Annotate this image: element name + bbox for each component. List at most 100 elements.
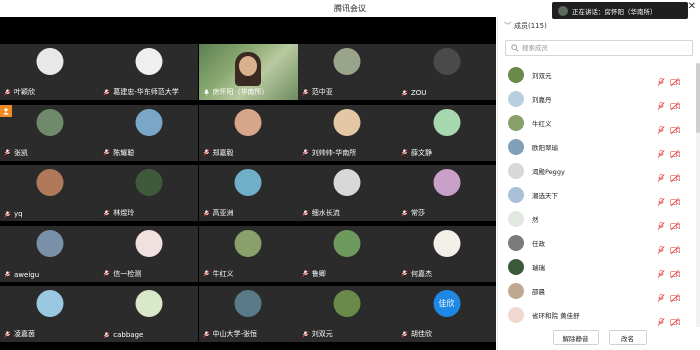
- mic-muted-icon[interactable]: [657, 239, 665, 254]
- member-avatar: [508, 91, 524, 107]
- member-row[interactable]: 渴殿Peggy: [498, 159, 694, 183]
- participant-tile[interactable]: 常莎: [397, 165, 496, 221]
- mic-muted-icon: [302, 270, 309, 277]
- camera-off-icon[interactable]: [670, 287, 680, 302]
- participant-name: 林煜玲: [113, 209, 135, 217]
- mic-muted-icon[interactable]: [657, 311, 665, 326]
- participant-name: 信一检测: [113, 269, 142, 278]
- avatar: [36, 108, 63, 136]
- participant-name: 凌嘉茵: [14, 330, 35, 338]
- mic-muted-icon: [302, 88, 309, 96]
- camera-off-icon[interactable]: [670, 95, 680, 110]
- mic-muted-icon[interactable]: [657, 287, 665, 302]
- member-list-scrollbar[interactable]: [696, 63, 700, 327]
- mic-muted-icon[interactable]: [657, 191, 665, 206]
- participant-tile[interactable]: aweigu: [0, 225, 99, 282]
- participant-tile[interactable]: 林煜玲: [99, 165, 199, 221]
- rename-button[interactable]: 改名: [608, 330, 647, 345]
- participant-tile[interactable]: 葛建忠-华东师范大学: [99, 44, 199, 100]
- mic-muted-icon[interactable]: [657, 167, 665, 182]
- video-tile[interactable]: 房怀阳（华南所）: [198, 44, 298, 100]
- unmute-all-button[interactable]: 解除静音: [552, 330, 599, 345]
- member-row[interactable]: 省环和院 黄佳舒: [498, 303, 694, 327]
- avatar: [135, 48, 163, 75]
- member-row[interactable]: 瑞瑞: [498, 255, 694, 279]
- participant-tile[interactable]: 叶颖欣: [0, 44, 99, 100]
- avatar: [234, 169, 262, 196]
- mic-muted-icon: [401, 149, 408, 156]
- participant-tile[interactable]: 范中亚: [297, 44, 397, 100]
- member-list: 刘双元 刘嘉丹 牛红义 欧阳翠瑜 渴殿Peggy 潮选天下然任政瑞瑞邵晨 省环和院 黄佳舒: [498, 63, 694, 329]
- scrollbar-thumb[interactable]: [696, 63, 700, 133]
- participant-tile[interactable]: 牛红义: [198, 225, 298, 282]
- avatar: [433, 48, 460, 75]
- camera-off-icon[interactable]: [670, 167, 680, 182]
- mic-muted-icon: [202, 330, 210, 338]
- participant-tile[interactable]: 鲁卿: [297, 225, 397, 282]
- avatar: [36, 290, 63, 317]
- member-avatar: [508, 211, 524, 227]
- participant-tile[interactable]: 陈耀聪: [99, 104, 199, 161]
- participant-tile[interactable]: 佳欣 胡佳欣: [397, 286, 496, 342]
- member-row[interactable]: 刘双元: [498, 63, 694, 87]
- camera-off-icon[interactable]: [670, 239, 680, 254]
- avatar: [135, 169, 163, 196]
- member-name: 潮选天下: [532, 192, 558, 200]
- member-row[interactable]: 任政: [498, 231, 694, 255]
- camera-off-icon[interactable]: [670, 119, 680, 134]
- avatar: [333, 169, 361, 196]
- participant-tile[interactable]: yq: [0, 165, 99, 221]
- participant-tile[interactable]: 薛文静: [397, 104, 496, 161]
- camera-off-icon[interactable]: [670, 191, 680, 206]
- participant-tile[interactable]: 凌嘉茵: [0, 286, 99, 342]
- mic-muted-icon[interactable]: [657, 143, 665, 158]
- participant-tile[interactable]: 郑嘉毅: [198, 104, 298, 161]
- mic-muted-icon[interactable]: [657, 263, 665, 278]
- video-speaker-face: [238, 56, 257, 76]
- participant-name: 薛文静: [411, 148, 432, 157]
- member-row[interactable]: 邵晨: [498, 279, 694, 303]
- member-avatar: [508, 115, 524, 131]
- member-row[interactable]: 欧阳翠瑜: [498, 135, 694, 159]
- member-row[interactable]: 牛红义: [498, 111, 694, 135]
- mic-muted-icon[interactable]: [657, 119, 665, 134]
- camera-off-icon[interactable]: [670, 71, 680, 86]
- participant-tile[interactable]: 高亚洲: [198, 165, 298, 221]
- participant-tile[interactable]: 信一检测: [99, 225, 199, 282]
- tile-caption: 陈耀聪: [103, 148, 134, 158]
- speaker-avatar: [558, 5, 568, 16]
- participant-tile[interactable]: 何嘉杰: [397, 225, 496, 282]
- mic-muted-icon: [401, 330, 408, 338]
- member-row[interactable]: 潮选天下: [498, 183, 694, 207]
- mic-muted-icon[interactable]: [657, 215, 665, 230]
- camera-off-icon[interactable]: [670, 263, 680, 278]
- participant-tile[interactable]: cabbage: [99, 286, 199, 342]
- tile-caption: 刘双元: [302, 329, 333, 339]
- member-row[interactable]: 刘嘉丹: [498, 87, 694, 111]
- member-row[interactable]: 然: [498, 207, 694, 231]
- participant-tile[interactable]: 刘双元: [297, 286, 397, 342]
- member-name: 任政: [532, 240, 545, 248]
- avatar: [333, 48, 361, 75]
- avatar: [333, 229, 361, 257]
- participant-tile[interactable]: 张凯: [0, 104, 99, 161]
- camera-off-icon[interactable]: [670, 215, 680, 230]
- avatar: [36, 229, 63, 257]
- camera-off-icon[interactable]: [670, 311, 680, 326]
- close-button[interactable]: ✕: [688, 1, 696, 12]
- tile-caption: 郑嘉毅: [202, 148, 234, 158]
- participant-tile[interactable]: ZOU: [397, 44, 496, 100]
- member-name: 瑞瑞: [532, 264, 545, 272]
- mic-muted-icon[interactable]: [657, 71, 665, 86]
- search-input[interactable]: [522, 41, 686, 55]
- participant-tile[interactable]: 中山大学-张恒: [198, 286, 298, 342]
- participant-name: 鲁卿: [311, 269, 326, 278]
- mic-muted-icon: [4, 88, 11, 96]
- mic-muted-icon: [302, 209, 309, 217]
- participant-tile[interactable]: 细水长流: [297, 165, 397, 221]
- mic-muted-icon[interactable]: [657, 95, 665, 110]
- collapse-icon[interactable]: ﹀: [504, 21, 511, 31]
- tile-caption: yq: [4, 210, 23, 218]
- camera-off-icon[interactable]: [670, 143, 680, 158]
- participant-tile[interactable]: 刘帅帅-华南所: [297, 104, 397, 161]
